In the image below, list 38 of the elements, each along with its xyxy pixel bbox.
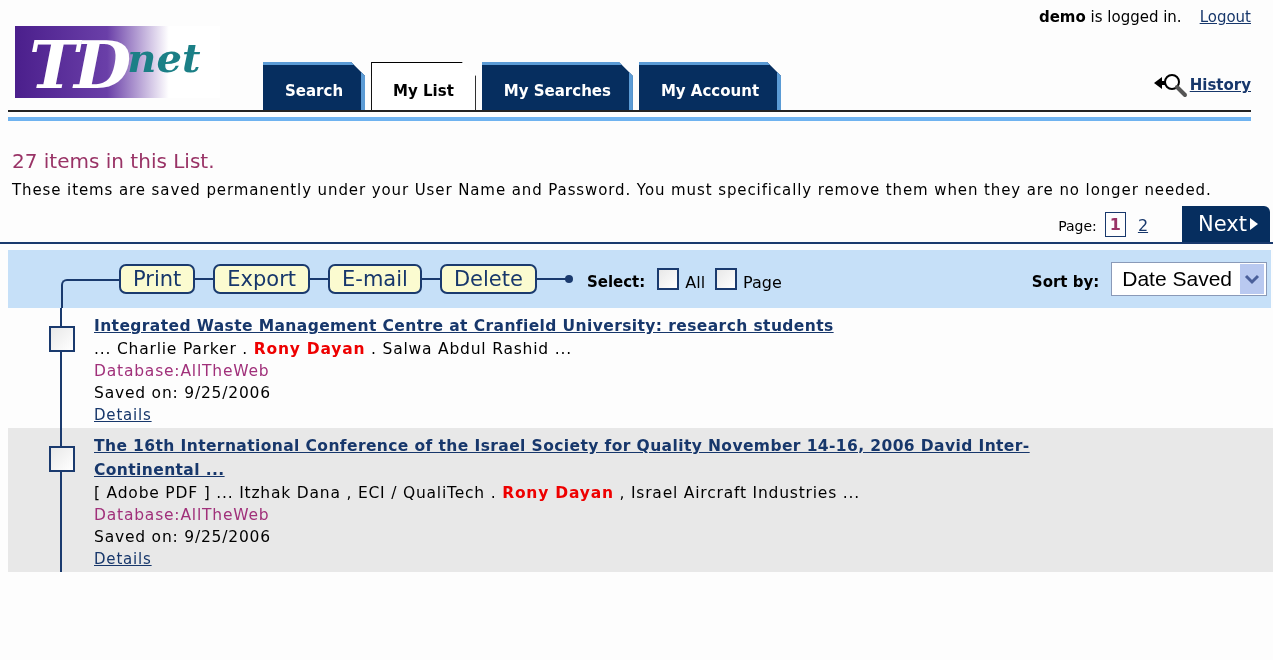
- page-label: Page:: [1058, 218, 1097, 234]
- item-checkbox[interactable]: [49, 446, 75, 472]
- checkbox[interactable]: [715, 268, 738, 290]
- caret-right-icon: [1250, 218, 1258, 230]
- checkbox-label: All: [685, 272, 706, 292]
- chevron-down-icon: [1240, 264, 1264, 294]
- item-title-link[interactable]: The 16th International Conference of the Israel Society for Quality November 14-16, 2006 David Inter-Continental ...: [94, 434, 1074, 482]
- page-link[interactable]: 2: [1133, 214, 1153, 237]
- saved-date: Saved on: 9/25/2006: [94, 383, 271, 404]
- saved-date: Saved on: 9/25/2006: [94, 527, 271, 548]
- database-text: Database:AllTheWeb: [94, 505, 270, 526]
- item-title-link[interactable]: Integrated Waste Management Centre at Cranfield University: research students: [94, 314, 834, 338]
- action-button[interactable]: Print: [119, 264, 196, 294]
- action-button[interactable]: E-mail: [328, 264, 422, 294]
- details-link[interactable]: Details: [94, 404, 152, 426]
- nav-tab[interactable]: My List: [371, 62, 476, 110]
- list-heading: 27 items in this List.: [12, 149, 216, 173]
- nav-tab[interactable]: Search: [263, 62, 366, 110]
- description-text: These items are saved permanently under your User Name and Password. You must specifically remove them when they are no longer needed.: [12, 180, 1213, 201]
- details-link[interactable]: Details: [94, 548, 152, 570]
- nav-tab[interactable]: My Account: [638, 62, 782, 110]
- sort-dropdown[interactable]: Date Saved: [1111, 262, 1267, 296]
- item-snippet: ... Charlie Parker . Rony Dayan . Salwa Abdul Rashid ...: [94, 339, 572, 360]
- select-label: Select:: [586, 273, 646, 291]
- sort-label: Sort by:: [1031, 273, 1100, 291]
- item-checkbox[interactable]: [49, 326, 75, 352]
- item-snippet: [ Adobe PDF ] ... Itzhak Dana , ECI / QualiTech . Rony Dayan , Israel Aircraft Industries ...: [94, 483, 860, 504]
- history-link[interactable]: History: [1189, 76, 1251, 94]
- action-button[interactable]: Delete: [439, 264, 537, 294]
- login-status: demo is logged in.: [1038, 8, 1182, 26]
- logout-link[interactable]: Logout: [1199, 8, 1251, 26]
- nav-tab[interactable]: My Searches: [481, 62, 633, 110]
- database-text: Database:AllTheWeb: [94, 361, 270, 382]
- next-button[interactable]: Next: [1182, 206, 1270, 242]
- page-link[interactable]: 1: [1104, 212, 1126, 237]
- checkbox[interactable]: [657, 268, 680, 290]
- checkbox-label: Page: [743, 272, 782, 292]
- action-button[interactable]: Export: [213, 264, 311, 294]
